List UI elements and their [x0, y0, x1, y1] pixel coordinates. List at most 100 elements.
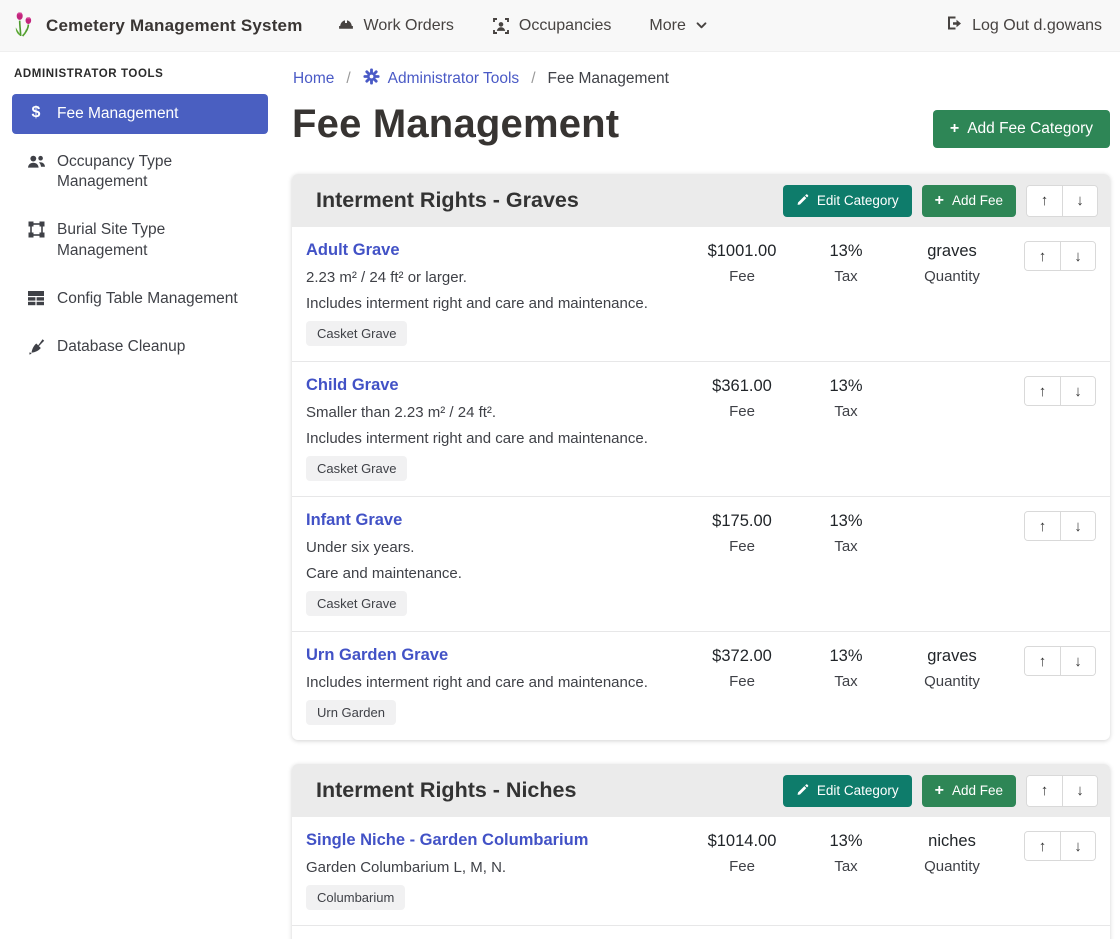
sidebar-item-label: Occupancy Type Management	[57, 152, 260, 192]
fee-tag-badge: Casket Grave	[306, 321, 407, 346]
sidebar: ADMINISTRATOR TOOLS $ Fee Management Occ…	[0, 52, 280, 939]
category-actions: Edit Category + Add Fee ↑ ↓	[783, 775, 1098, 807]
logout-icon	[945, 14, 963, 37]
fee-amount-column: $175.00 Fee	[686, 511, 798, 616]
fee-name-link[interactable]: Child Grave	[306, 376, 399, 395]
sidebar-item-label: Fee Management	[57, 104, 179, 124]
fee-quantity-column: graves Quantity	[894, 646, 1010, 725]
people-icon	[26, 152, 46, 170]
fee-main: Single Niche - Garden Columbarium Garden…	[306, 831, 686, 910]
fee-amount-label: Fee	[686, 403, 798, 420]
breadcrumb-label: Administrator Tools	[388, 70, 520, 88]
fee-amount-column: $1014.00 Fee	[686, 831, 798, 910]
sidebar-heading: ADMINISTRATOR TOOLS	[14, 68, 268, 80]
edit-category-label: Edit Category	[817, 193, 899, 208]
sidebar-item-label: Burial Site Type Management	[57, 220, 260, 260]
fee-tax-column: 13% Tax	[798, 511, 894, 616]
category-actions: Edit Category + Add Fee ↑ ↓	[783, 185, 1098, 217]
category-header: Interment Rights - Graves Edit Category …	[292, 174, 1110, 227]
fee-amount-value: $175.00	[686, 512, 798, 531]
plus-icon: +	[950, 121, 959, 137]
gear-icon	[363, 68, 380, 90]
edit-category-button[interactable]: Edit Category	[783, 185, 912, 217]
fee-list: Single Niche - Garden Columbarium Garden…	[292, 817, 1110, 939]
move-fee-up-button[interactable]: ↑	[1025, 647, 1060, 675]
edit-category-label: Edit Category	[817, 783, 899, 798]
category-reorder-group: ↑ ↓	[1026, 775, 1098, 807]
fee-description: 2.23 m² / 24 ft² or larger.	[306, 269, 686, 286]
breadcrumb-admin-tools-link[interactable]: Administrator Tools	[363, 68, 520, 90]
fee-descriptions: Under six years.Care and maintenance.	[306, 539, 686, 582]
app-brand[interactable]: Cemetery Management System	[12, 10, 303, 42]
add-fee-button[interactable]: + Add Fee	[922, 775, 1016, 807]
move-fee-up-button[interactable]: ↑	[1025, 242, 1060, 270]
sidebar-item-database-cleanup[interactable]: Database Cleanup	[12, 327, 268, 367]
fee-descriptions: 2.23 m² / 24 ft² or larger.Includes inte…	[306, 269, 686, 312]
edit-category-button[interactable]: Edit Category	[783, 775, 912, 807]
fee-name-link[interactable]: Urn Garden Grave	[306, 646, 448, 665]
fee-name-link[interactable]: Infant Grave	[306, 511, 402, 530]
move-category-down-button[interactable]: ↓	[1062, 776, 1097, 806]
move-fee-up-button[interactable]: ↑	[1025, 832, 1060, 860]
fee-row: Infant Grave Under six years.Care and ma…	[292, 497, 1110, 632]
app-title: Cemetery Management System	[46, 16, 303, 36]
fee-tax-value: 13%	[798, 647, 894, 666]
move-category-down-button[interactable]: ↓	[1062, 186, 1097, 216]
move-category-up-button[interactable]: ↑	[1027, 186, 1062, 216]
add-fee-category-button[interactable]: + Add Fee Category	[933, 110, 1110, 148]
move-fee-down-button[interactable]: ↓	[1060, 377, 1095, 405]
fee-quantity-column	[894, 376, 1010, 481]
nav-item-label: More	[649, 17, 685, 35]
move-fee-up-button[interactable]: ↑	[1025, 512, 1060, 540]
fee-tax-column: 13% Tax	[798, 646, 894, 725]
plus-icon: +	[935, 783, 944, 799]
nav-more-dropdown[interactable]: More	[649, 17, 707, 35]
sidebar-item-label: Database Cleanup	[57, 337, 185, 357]
move-fee-down-button[interactable]: ↓	[1060, 512, 1095, 540]
pencil-icon	[796, 193, 809, 209]
fee-quantity-value: niches	[894, 832, 1010, 851]
fee-row: Adult Grave 2.23 m² / 24 ft² or larger.I…	[292, 227, 1110, 362]
fee-tax-value: 13%	[798, 242, 894, 261]
category-reorder-group: ↑ ↓	[1026, 185, 1098, 217]
broom-icon	[26, 337, 46, 356]
chevron-down-icon	[695, 19, 708, 32]
title-row: Fee Management + Add Fee Category	[292, 102, 1110, 148]
fee-quantity-column: graves Quantity	[894, 241, 1010, 346]
fee-amount-label: Fee	[686, 858, 798, 875]
fee-tax-label: Tax	[798, 403, 894, 420]
nav-item-label: Work Orders	[364, 17, 454, 35]
fee-quantity-value: graves	[894, 647, 1010, 666]
move-category-up-button[interactable]: ↑	[1027, 776, 1062, 806]
logout-button[interactable]: Log Out d.gowans	[945, 14, 1102, 37]
fee-quantity-label: Quantity	[894, 858, 1010, 875]
nav-work-orders[interactable]: Work Orders	[337, 17, 454, 35]
tulip-logo-icon	[12, 10, 37, 42]
fee-amount-value: $372.00	[686, 647, 798, 666]
move-fee-down-button[interactable]: ↓	[1060, 242, 1095, 270]
fee-name-link[interactable]: Single Niche - Garden Columbarium	[306, 831, 588, 850]
add-fee-label: Add Fee	[952, 193, 1003, 208]
move-fee-down-button[interactable]: ↓	[1060, 832, 1095, 860]
sidebar-item-occupancy-type-management[interactable]: Occupancy Type Management	[12, 142, 268, 202]
crop-frame-icon	[26, 220, 46, 238]
sidebar-item-burial-site-type-management[interactable]: Burial Site Type Management	[12, 210, 268, 270]
category-title: Interment Rights - Niches	[316, 778, 576, 803]
fee-tax-label: Tax	[798, 538, 894, 555]
page-shell: ADMINISTRATOR TOOLS $ Fee Management Occ…	[0, 52, 1120, 939]
move-fee-up-button[interactable]: ↑	[1025, 377, 1060, 405]
main-content: Home / Administrator Tool	[280, 52, 1120, 939]
move-fee-down-button[interactable]: ↓	[1060, 647, 1095, 675]
fee-quantity-value: graves	[894, 242, 1010, 261]
sidebar-item-fee-management[interactable]: $ Fee Management	[12, 94, 268, 134]
add-fee-button[interactable]: + Add Fee	[922, 185, 1016, 217]
fee-row: Child Grave Smaller than 2.23 m² / 24 ft…	[292, 362, 1110, 497]
fee-description: Under six years.	[306, 539, 686, 556]
sidebar-item-config-table-management[interactable]: Config Table Management	[12, 279, 268, 319]
fee-list: Adult Grave 2.23 m² / 24 ft² or larger.I…	[292, 227, 1110, 740]
fee-name-link[interactable]: Adult Grave	[306, 241, 400, 260]
plus-icon: +	[935, 193, 944, 209]
nav-occupancies[interactable]: Occupancies	[492, 17, 612, 35]
nav-item-label: Occupancies	[519, 17, 612, 35]
breadcrumb-home-link[interactable]: Home	[293, 70, 334, 88]
